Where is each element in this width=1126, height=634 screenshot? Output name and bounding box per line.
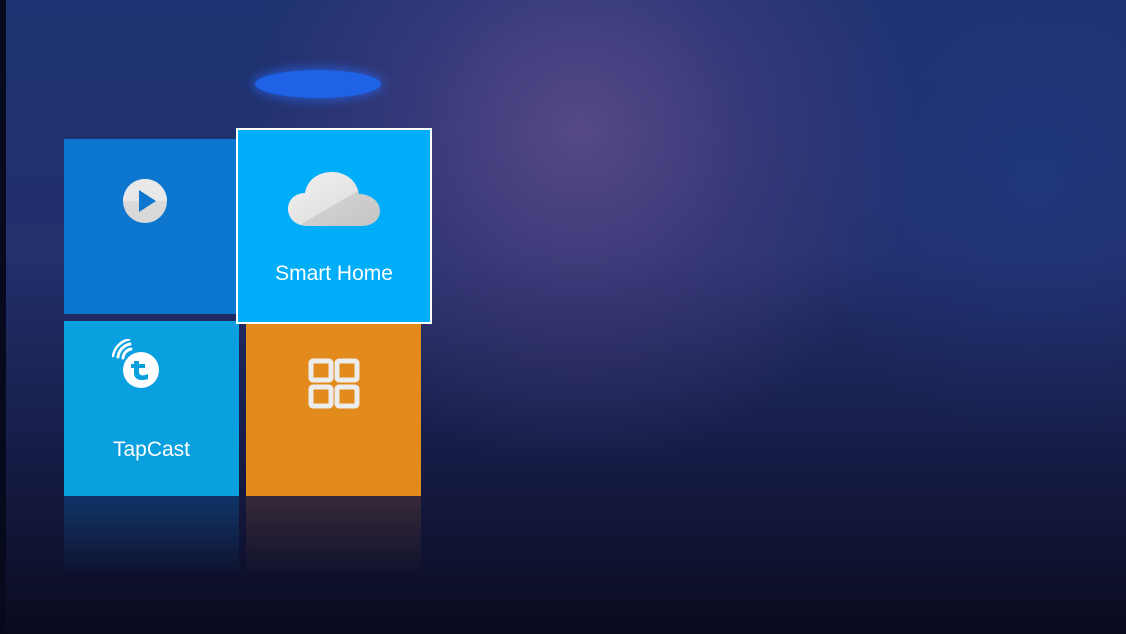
background-glow-right xyxy=(826,0,1126,480)
tapcast-icon xyxy=(112,339,159,388)
tile-video[interactable] xyxy=(64,139,239,314)
home-screen: Smart Home TapCast xyxy=(0,0,1126,634)
tile-apps[interactable] xyxy=(246,321,421,496)
tile-tapcast[interactable]: TapCast xyxy=(64,321,239,496)
tile-reflection xyxy=(64,496,239,576)
tile-label-smart-home: Smart Home xyxy=(275,262,393,285)
tile-smart-home[interactable]: Smart Home xyxy=(236,128,432,324)
focus-indicator xyxy=(255,70,381,98)
tile-label-tapcast: TapCast xyxy=(112,438,191,461)
app-grid-icon xyxy=(308,358,360,409)
tile-reflection xyxy=(246,496,421,576)
play-icon xyxy=(123,179,167,223)
screen-left-edge xyxy=(0,0,6,634)
cloud-icon xyxy=(288,172,380,226)
